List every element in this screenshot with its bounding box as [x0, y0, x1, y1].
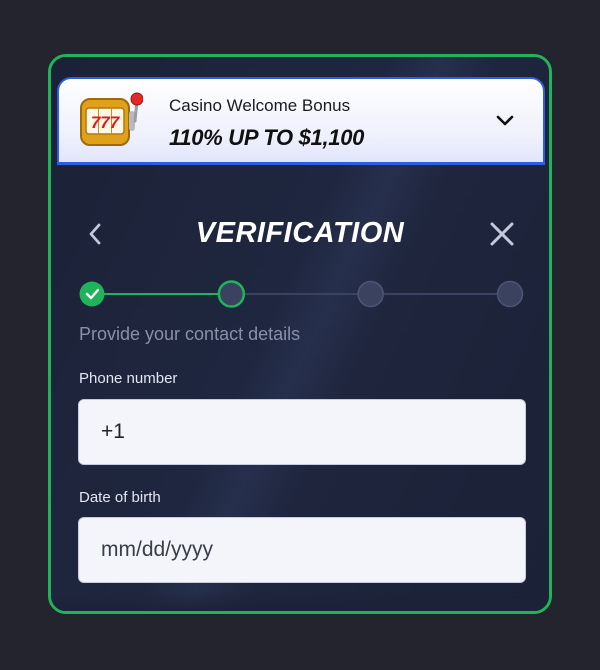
- progress-stepper: [79, 280, 524, 308]
- form-subtitle: Provide your contact details: [79, 324, 301, 344]
- dob-input[interactable]: [78, 517, 526, 583]
- page-title: VERIFICATION: [195, 217, 405, 249]
- close-icon[interactable]: [487, 219, 517, 249]
- phone-label: Phone number: [79, 370, 178, 387]
- bonus-title: Casino Welcome Bonus: [169, 96, 351, 115]
- phone-input[interactable]: [78, 399, 526, 465]
- scroll-fade: [51, 591, 549, 611]
- step-dot-completed: [79, 281, 105, 307]
- slot-reels-label: 777: [91, 113, 121, 132]
- bonus-amount: 110% UP TO $1,100: [169, 125, 365, 150]
- welcome-bonus-banner[interactable]: 777 Casino Welcome Bonus 110% UP TO $1,1…: [57, 77, 545, 165]
- dob-label: Date of birth: [79, 489, 161, 506]
- chevron-down-icon[interactable]: [495, 113, 515, 129]
- step-dot-current: [217, 280, 246, 308]
- step-dot-upcoming: [496, 280, 524, 308]
- step-dot-upcoming: [357, 280, 384, 308]
- slot-machine-icon: 777: [80, 92, 143, 146]
- verification-modal: 777 Casino Welcome Bonus 110% UP TO $1,1…: [48, 54, 552, 614]
